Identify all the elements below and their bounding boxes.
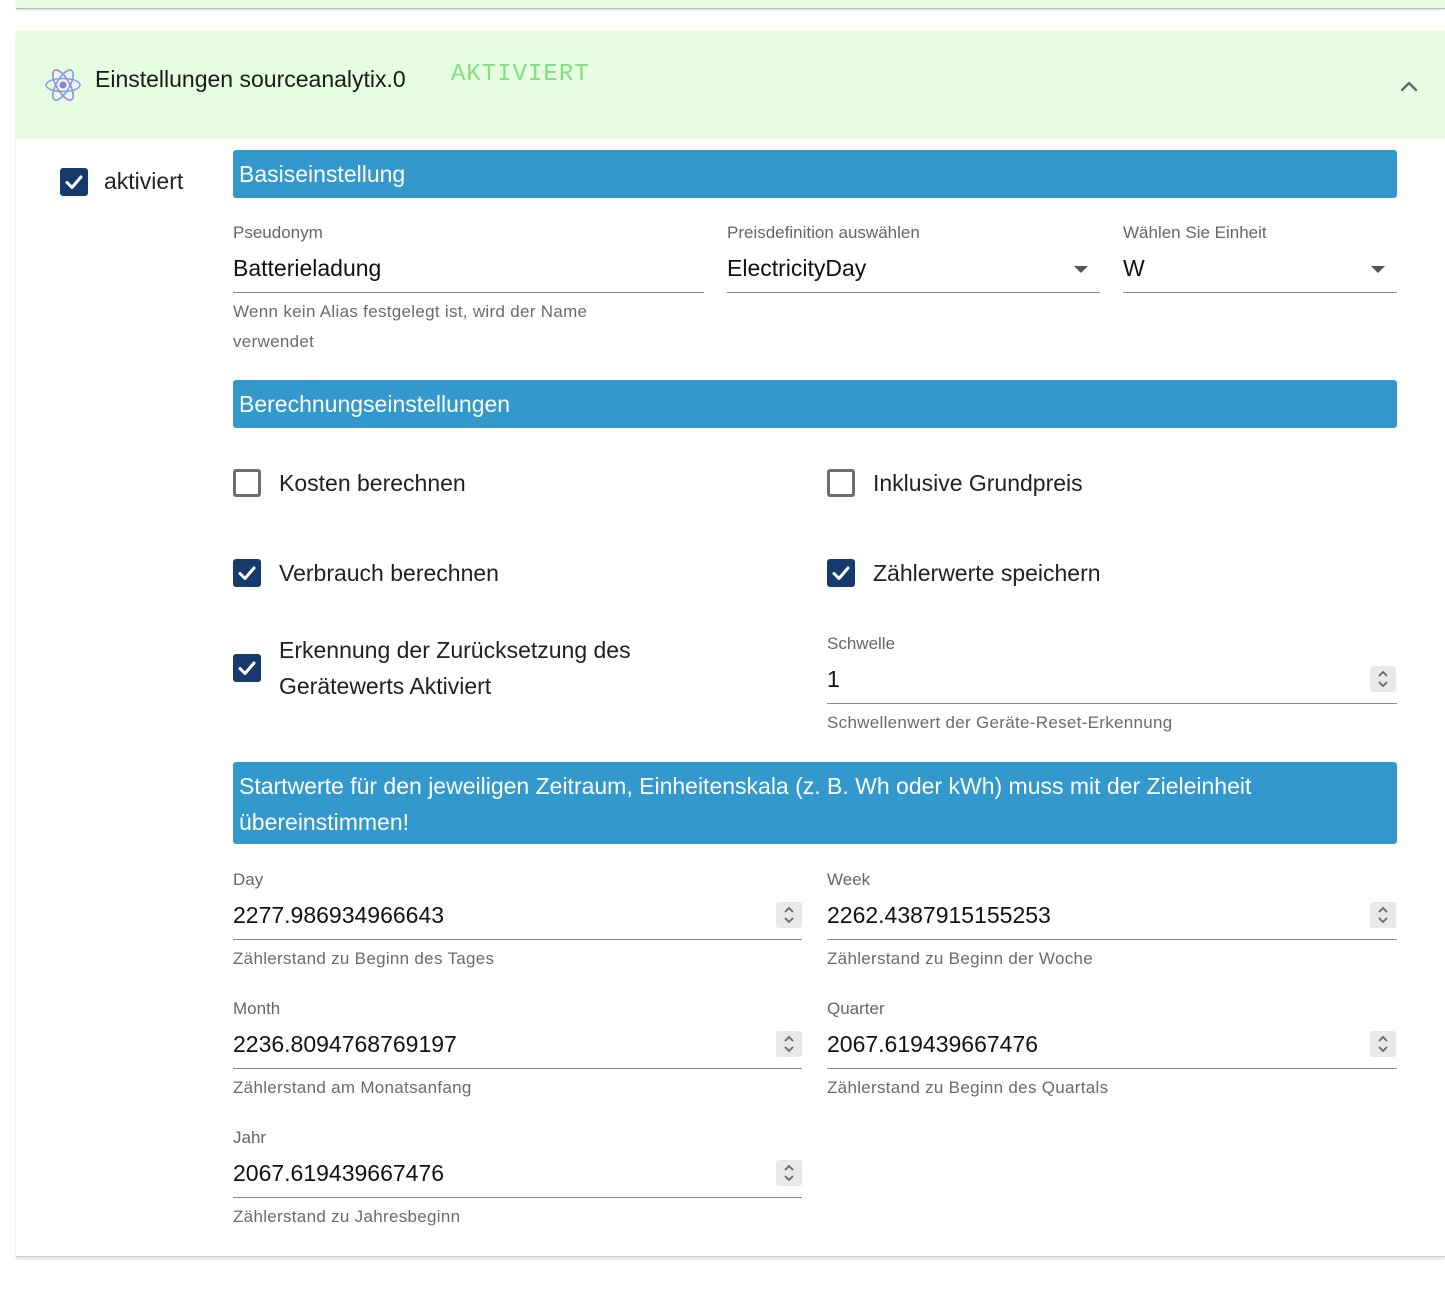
threshold-label: Schwelle (827, 634, 896, 653)
enabled-label: aktiviert (104, 168, 184, 194)
atom-icon (45, 69, 81, 101)
year-underline (233, 1197, 802, 1198)
alias-label: Pseudonym (233, 223, 323, 242)
checkmark-icon (238, 661, 256, 675)
price-dropdown-arrow-icon[interactable] (1074, 266, 1088, 273)
calc-consumption-label: Verbrauch berechnen (279, 560, 499, 586)
checkmark-icon (832, 566, 850, 580)
day-help: Zählerstand zu Beginn des Tages (233, 949, 495, 968)
price-definition-label: Preisdefinition auswählen (727, 223, 920, 242)
price-definition-select[interactable]: ElectricityDay (727, 255, 866, 282)
section-calculation-settings: Berechnungseinstellungen (233, 380, 1397, 428)
day-spinner-icon[interactable] (776, 902, 802, 928)
calc-costs-checkbox[interactable] (233, 469, 261, 497)
meter-values-label: Zählerwerte speichern (873, 560, 1101, 586)
quarter-label: Quarter (827, 999, 885, 1018)
unit-label: Wählen Sie Einheit (1123, 223, 1267, 242)
meter-values-checkbox[interactable] (827, 559, 855, 587)
month-label: Month (233, 999, 281, 1018)
month-spinner-icon[interactable] (776, 1031, 802, 1057)
year-help: Zählerstand zu Jahresbeginn (233, 1207, 461, 1226)
reset-detection-checkbox[interactable] (233, 654, 261, 682)
price-underline (727, 292, 1100, 293)
threshold-help: Schwellenwert der Geräte-Reset-Erkennung (827, 713, 1173, 732)
day-label: Day (233, 870, 264, 889)
month-help: Zählerstand am Monatsanfang (233, 1078, 472, 1097)
status-badge: AKTIVIERT (451, 61, 590, 88)
threshold-input[interactable]: 1 (827, 666, 840, 693)
month-underline (233, 1068, 802, 1069)
month-input[interactable]: 2236.8094768769197 (233, 1031, 457, 1058)
section-start-values: Startwerte für den jeweiligen Zeitraum, … (233, 762, 1397, 844)
base-price-label: Inklusive Grundpreis (873, 470, 1083, 496)
checkmark-icon (238, 566, 256, 580)
alias-help: Wenn kein Alias festgelegt ist, wird der… (233, 302, 588, 351)
previous-panel-edge (16, 0, 1445, 9)
enabled-checkbox[interactable] (60, 168, 88, 196)
week-label: Week (827, 870, 871, 889)
week-help: Zählerstand zu Beginn der Woche (827, 949, 1094, 968)
unit-select[interactable]: W (1123, 255, 1145, 282)
instance-settings-panel: Einstellungen sourceanalytix.0 AKTIVIERT… (16, 31, 1445, 1257)
panel-title: Einstellungen sourceanalytix.0 (95, 66, 406, 92)
alias-input[interactable]: Batterieladung (233, 255, 381, 282)
quarter-spinner-icon[interactable] (1370, 1031, 1396, 1057)
calc-costs-label: Kosten berechnen (279, 470, 466, 496)
threshold-spinner-icon[interactable] (1370, 666, 1396, 692)
quarter-input[interactable]: 2067.619439667476 (827, 1031, 1038, 1058)
year-label: Jahr (233, 1128, 267, 1147)
section-basic-settings: Basiseinstellung (233, 150, 1397, 198)
chevron-up-icon[interactable] (1394, 71, 1424, 101)
unit-dropdown-arrow-icon[interactable] (1371, 266, 1385, 273)
year-input[interactable]: 2067.619439667476 (233, 1160, 444, 1187)
quarter-underline (827, 1068, 1397, 1069)
quarter-help: Zählerstand zu Beginn des Quartals (827, 1078, 1109, 1097)
day-underline (233, 939, 802, 940)
reset-detection-label: Erkennung der Zurücksetzung des Gerätewe… (279, 637, 631, 699)
alias-underline (233, 292, 704, 293)
year-spinner-icon[interactable] (776, 1160, 802, 1186)
panel-header[interactable]: Einstellungen sourceanalytix.0 AKTIVIERT (16, 31, 1445, 139)
calc-consumption-checkbox[interactable] (233, 559, 261, 587)
checkmark-icon (65, 175, 83, 189)
week-input[interactable]: 2262.4387915155253 (827, 902, 1051, 929)
day-input[interactable]: 2277.986934966643 (233, 902, 444, 929)
week-underline (827, 939, 1397, 940)
threshold-underline (827, 703, 1397, 704)
unit-underline (1123, 292, 1397, 293)
week-spinner-icon[interactable] (1370, 902, 1396, 928)
base-price-checkbox[interactable] (827, 469, 855, 497)
